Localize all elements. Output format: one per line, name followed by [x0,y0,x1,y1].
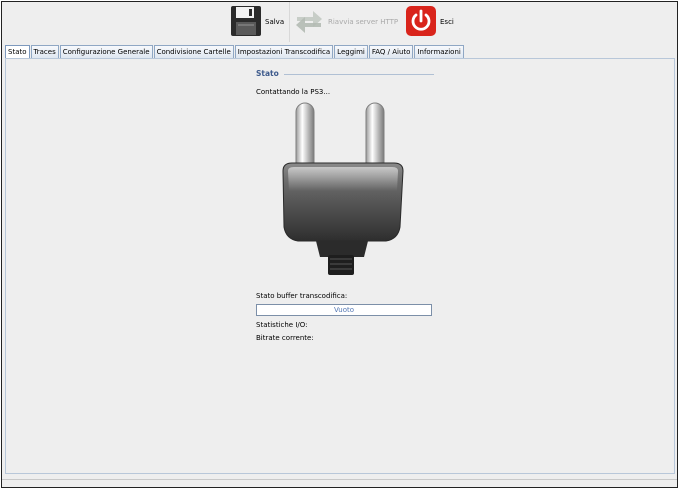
section-divider [284,74,434,75]
tab-bar: Stato Traces Configurazione Generale Con… [5,45,465,59]
toolbar: Salva Riavvia server HTTP Esci [2,2,677,44]
connection-status-text: Contattando la PS3... [256,88,331,96]
buffer-status-label: Stato buffer transcodifica: [256,292,348,300]
section-title: Stato [256,69,279,78]
save-label: Salva [265,18,285,26]
status-bar [2,479,677,480]
bitrate-label: Bitrate corrente: [256,334,314,342]
main-window: Salva Riavvia server HTTP Esci Stato Tra… [1,1,678,488]
save-button[interactable]: Salva [230,4,284,40]
status-panel: Stato Contattando la PS3... Stato buffer… [5,58,675,474]
floppy-disk-icon [230,5,262,39]
refresh-arrows-icon [293,5,325,39]
tab-traces[interactable]: Traces [30,45,59,58]
tab-stato[interactable]: Stato [5,45,30,59]
exit-button[interactable]: Esci [405,4,454,40]
tab-informazioni[interactable]: Informazioni [414,45,464,58]
power-icon [405,5,437,39]
exit-label: Esci [440,18,454,26]
restart-label: Riavvia server HTTP [328,18,399,26]
tab-impostazioni-transcodifica[interactable]: Impostazioni Transcodifica [234,45,334,58]
status-content: Stato Contattando la PS3... Stato buffer… [254,59,434,473]
tab-condivisione-cartelle[interactable]: Condivisione Cartelle [153,45,234,58]
power-plug-icon [278,99,408,277]
tab-faq-aiuto[interactable]: FAQ / Aiuto [368,45,414,58]
io-stats-label: Statistiche I/O: [256,321,308,329]
toolbar-separator [289,2,290,42]
tab-leggimi[interactable]: Leggimi [334,45,368,58]
restart-http-server-button[interactable]: Riavvia server HTTP [293,4,398,40]
tab-configurazione-generale[interactable]: Configurazione Generale [59,45,153,58]
buffer-progress-bar: Vuoto [256,304,432,316]
